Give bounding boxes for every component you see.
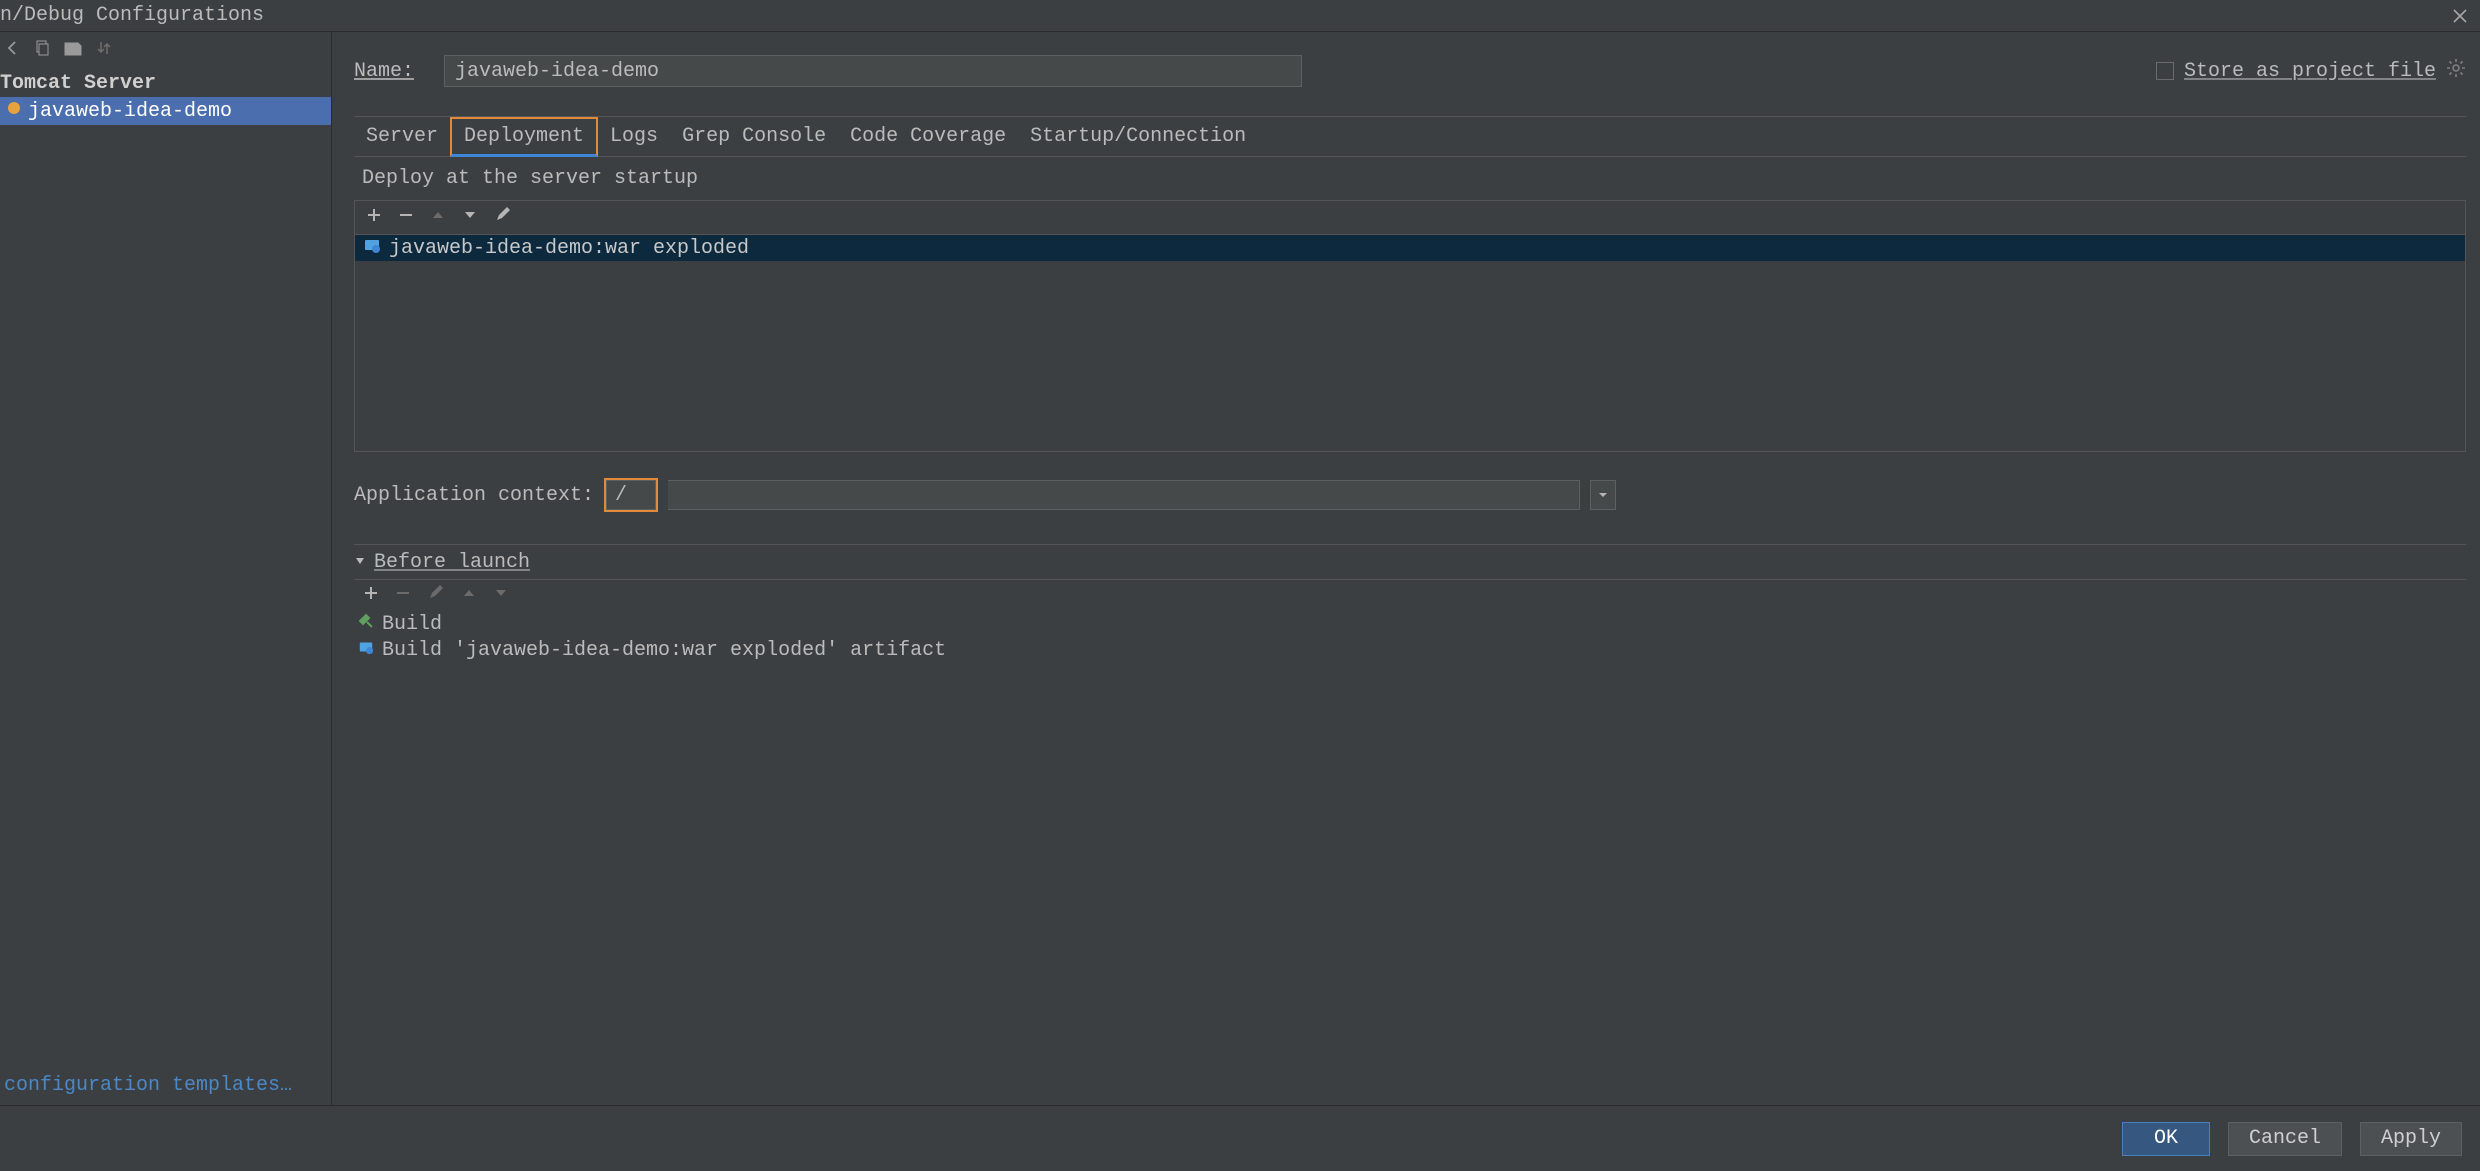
- tabs: Server Deployment Logs Grep Console Code…: [354, 117, 2466, 157]
- name-row: Name: Store as project file: [354, 44, 2466, 98]
- window-title: n/Debug Configurations: [0, 4, 264, 27]
- tab-deployment[interactable]: Deployment: [450, 117, 598, 157]
- add-icon[interactable]: [367, 206, 381, 229]
- artifact-icon: [363, 236, 381, 261]
- edit-icon[interactable]: [495, 206, 511, 229]
- bl-down-icon: [494, 584, 508, 607]
- context-dropdown-icon[interactable]: [1590, 480, 1616, 510]
- tab-code-coverage[interactable]: Code Coverage: [838, 117, 1018, 156]
- up-icon: [431, 206, 445, 229]
- expand-toggle-icon[interactable]: [354, 551, 366, 574]
- gear-icon[interactable]: [2446, 58, 2466, 85]
- ok-button[interactable]: OK: [2122, 1122, 2210, 1156]
- store-checkbox[interactable]: [2156, 62, 2174, 80]
- bl-remove-icon: [396, 584, 410, 607]
- application-context-label: Application context:: [354, 484, 594, 507]
- titlebar: n/Debug Configurations: [0, 0, 2480, 32]
- name-label: Name:: [354, 60, 414, 83]
- close-icon[interactable]: [2448, 4, 2472, 28]
- artifact-label: javaweb-idea-demo:war exploded: [389, 237, 749, 260]
- tab-server[interactable]: Server: [354, 117, 450, 156]
- copy-icon[interactable]: [34, 40, 50, 56]
- tab-grep-console[interactable]: Grep Console: [670, 117, 838, 156]
- bl-add-icon[interactable]: [364, 584, 378, 607]
- tab-startup-connection[interactable]: Startup/Connection: [1018, 117, 1258, 156]
- tree-item-javaweb[interactable]: javaweb-idea-demo: [0, 97, 331, 125]
- store-label: Store as project file: [2184, 60, 2436, 83]
- tab-logs[interactable]: Logs: [598, 117, 670, 156]
- before-launch-item-build[interactable]: Build: [354, 611, 2466, 637]
- sort-icon[interactable]: [96, 40, 112, 56]
- artifact-list: javaweb-idea-demo:war exploded: [354, 200, 2466, 452]
- bl-build-artifact-label: Build 'javaweb-idea-demo:war exploded' a…: [382, 639, 946, 662]
- down-icon[interactable]: [463, 206, 477, 229]
- before-launch-label: Before launch: [374, 551, 530, 574]
- main-panel: Name: Store as project file Server Deplo…: [332, 32, 2480, 1105]
- bl-up-icon: [462, 584, 476, 607]
- cancel-button[interactable]: Cancel: [2228, 1122, 2342, 1156]
- before-launch-item-build-artifact[interactable]: Build 'javaweb-idea-demo:war exploded' a…: [354, 637, 2466, 663]
- name-input[interactable]: [444, 55, 1302, 87]
- back-caret-icon[interactable]: [6, 41, 20, 55]
- tree-group-tomcat[interactable]: Tomcat Server: [0, 70, 331, 97]
- deploy-section-label: Deploy at the server startup: [354, 157, 2466, 200]
- configuration-templates-link[interactable]: configuration templates…: [4, 1074, 292, 1097]
- before-launch-toolbar: [354, 579, 2466, 611]
- artifact-toolbar: [355, 201, 2465, 235]
- application-context-row: Application context:: [354, 478, 2466, 512]
- artifact-row[interactable]: javaweb-idea-demo:war exploded: [355, 235, 2465, 261]
- dialog-buttons: OK Cancel Apply: [0, 1105, 2480, 1171]
- bl-edit-icon: [428, 584, 444, 607]
- remove-icon[interactable]: [399, 206, 413, 229]
- tree-item-label: javaweb-idea-demo: [28, 100, 232, 123]
- configuration-tree[interactable]: Tomcat Server javaweb-idea-demo: [0, 64, 331, 1105]
- sidebar-toolbar: [0, 32, 331, 64]
- context-highlight: [604, 478, 658, 512]
- artifact-icon: [358, 639, 374, 662]
- application-context-input[interactable]: [606, 480, 656, 510]
- before-launch-header[interactable]: Before launch: [354, 545, 2466, 579]
- sidebar: Tomcat Server javaweb-idea-demo configur…: [0, 32, 332, 1105]
- apply-button[interactable]: Apply: [2360, 1122, 2462, 1156]
- save-icon[interactable]: [64, 40, 82, 56]
- store-as-project-file[interactable]: Store as project file: [2156, 58, 2466, 85]
- hammer-icon: [358, 613, 374, 636]
- application-context-input-ext[interactable]: [668, 480, 1580, 510]
- tabs-block: Server Deployment Logs Grep Console Code…: [354, 116, 2466, 663]
- bl-build-label: Build: [382, 613, 442, 636]
- tomcat-icon: [6, 100, 22, 123]
